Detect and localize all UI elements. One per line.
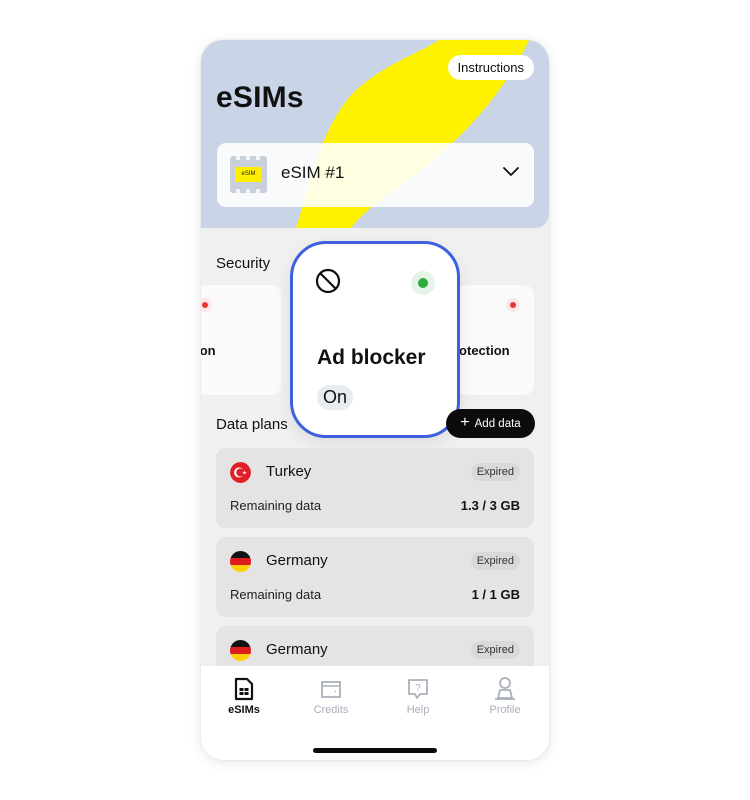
chevron-down-icon[interactable] (503, 167, 519, 177)
remaining-data-label: Remaining data (230, 498, 322, 513)
wallet-icon (321, 681, 341, 698)
security-heading: Security (216, 255, 271, 272)
header: Instructions eSIMs eSIM eSIM #1 (201, 40, 549, 228)
tab-esims[interactable]: eSIMs (209, 676, 279, 720)
svg-text:?: ? (415, 683, 421, 694)
germany-flag-icon (230, 551, 251, 572)
bottom-tab-bar: eSIMs Credits ? Help Profile (201, 666, 549, 760)
germany-flag-icon (230, 640, 251, 661)
plus-icon: + (460, 413, 470, 431)
esim-selector[interactable]: eSIM eSIM #1 (217, 143, 534, 207)
security-card-virtual-location[interactable]: rtual location f (201, 285, 281, 395)
add-data-button[interactable]: + Add data (446, 409, 535, 438)
data-plans-heading: Data plans (216, 416, 288, 433)
sim-chip-label: eSIM (235, 167, 262, 182)
turkey-flag-icon (230, 462, 251, 483)
tab-label: Help (406, 704, 430, 716)
remaining-data-value: 1.3 / 3 GB (460, 498, 520, 513)
tab-help[interactable]: ? Help (383, 676, 453, 720)
selected-esim-name: eSIM #1 (281, 163, 345, 182)
plan-country: Germany (266, 552, 328, 569)
phone-screen: Instructions eSIMs eSIM eSIM #1 Security… (201, 40, 549, 760)
status-pill: On (317, 385, 354, 410)
remaining-data-value: 1 / 1 GB (471, 587, 520, 602)
security-card-protection[interactable]: rotection (454, 285, 534, 395)
add-data-label: Add data (474, 417, 521, 430)
status-badge: Expired (470, 641, 520, 659)
security-card-name: rotection (454, 343, 510, 358)
tab-label: Profile (489, 704, 521, 716)
tab-profile[interactable]: Profile (470, 676, 540, 720)
home-indicator[interactable] (313, 748, 437, 753)
status-badge: Expired (470, 552, 520, 570)
help-chat-icon: ? (408, 679, 428, 699)
plan-country: Germany (266, 641, 328, 658)
tab-label: eSIMs (228, 704, 260, 716)
status-indicator-off (201, 298, 212, 312)
plan-card[interactable]: Turkey Expired Remaining data 1.3 / 3 GB (216, 448, 534, 528)
security-card-name: rtual location (201, 343, 216, 358)
tab-credits[interactable]: Credits (296, 676, 366, 720)
sim-card-icon (234, 677, 254, 701)
security-card-ad-blocker[interactable]: Ad blocker On (290, 241, 460, 438)
tab-label: Credits (313, 704, 349, 716)
user-icon (495, 677, 515, 700)
status-indicator-on (411, 271, 435, 295)
remaining-data-label: Remaining data (230, 587, 322, 602)
instructions-button[interactable]: Instructions (447, 55, 534, 80)
plan-country: Turkey (266, 463, 312, 480)
status-badge: Expired (470, 463, 520, 481)
status-indicator-off (506, 298, 520, 312)
security-card-name: Ad blocker (317, 346, 426, 369)
block-icon (315, 268, 341, 294)
sim-chip-icon: eSIM (230, 156, 267, 193)
page-title: eSIMs (216, 81, 304, 114)
plan-card[interactable]: Germany Expired Remaining data 1 / 1 GB (216, 537, 534, 617)
